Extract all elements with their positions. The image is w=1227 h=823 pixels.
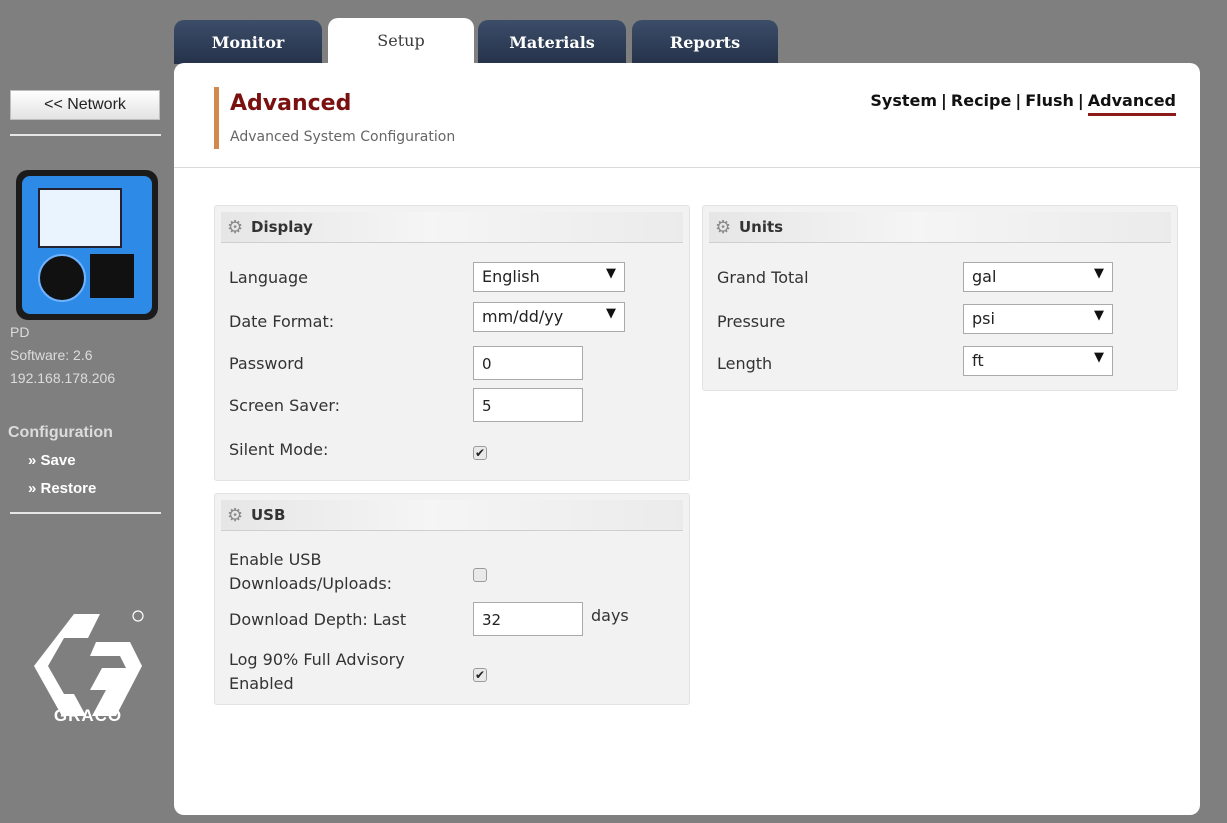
length-label: Length	[717, 354, 773, 373]
subnav-advanced[interactable]: Advanced	[1087, 91, 1176, 116]
units-panel-title: Units	[739, 218, 784, 236]
gear-icon: ⚙	[227, 505, 244, 526]
log-advisory-label: Log 90% Full Advisory	[229, 650, 405, 669]
language-value: English	[482, 267, 540, 286]
tab-reports[interactable]: Reports	[632, 20, 778, 64]
usb-panel: ⚙ USB Enable USB Downloads/Uploads: Down…	[214, 493, 690, 705]
download-depth-label: Download Depth: Last	[229, 610, 407, 629]
date-format-value: mm/dd/yy	[482, 307, 564, 326]
download-depth-unit: days	[591, 606, 629, 625]
grand-total-value: gal	[972, 267, 997, 286]
device-name: PD	[10, 324, 30, 340]
subnav-separator: |	[941, 91, 947, 110]
screen-saver-input[interactable]: 5	[473, 388, 583, 422]
main-panel: Advanced Advanced System Configuration S…	[174, 63, 1200, 815]
log-advisory-checkbox[interactable]: ✔	[473, 668, 487, 682]
chevron-down-icon: ▼	[1094, 350, 1104, 365]
language-label: Language	[229, 268, 308, 287]
subnav-recipe[interactable]: Recipe	[951, 91, 1011, 110]
chevron-down-icon: ▼	[1094, 266, 1104, 281]
subnav-separator: |	[1015, 91, 1022, 110]
graco-brand-text: GRACO	[53, 706, 123, 725]
device-keypad	[90, 254, 134, 298]
device-screen	[38, 188, 122, 248]
save-link[interactable]: » Save	[28, 452, 76, 469]
configuration-title: Configuration	[8, 424, 113, 441]
device-dpad	[38, 254, 86, 302]
network-button[interactable]: << Network	[10, 90, 160, 120]
enable-usb-label: Enable USB	[229, 550, 322, 569]
display-panel-title: Display	[251, 218, 313, 236]
subnav-flush[interactable]: Flush	[1025, 91, 1074, 110]
silent-mode-checkbox[interactable]: ✔	[473, 446, 487, 460]
restore-link[interactable]: » Restore	[28, 480, 96, 497]
enable-usb-label-line2: Downloads/Uploads:	[229, 574, 393, 593]
password-label: Password	[229, 354, 304, 373]
page-subtitle: Advanced System Configuration	[230, 129, 456, 145]
title-accent-bar	[214, 87, 219, 149]
chevron-down-icon: ▼	[606, 306, 616, 321]
sidebar-divider	[10, 134, 161, 136]
log-advisory-label-line2: Enabled	[229, 674, 294, 693]
enable-usb-checkbox[interactable]	[473, 568, 487, 582]
usb-panel-header: ⚙ USB	[221, 500, 683, 531]
pressure-select[interactable]: psi ▼	[963, 304, 1113, 334]
tab-monitor[interactable]: Monitor	[174, 20, 322, 64]
download-depth-input[interactable]: 32	[473, 602, 583, 636]
date-format-select[interactable]: mm/dd/yy ▼	[473, 302, 625, 332]
units-panel: ⚙ Units Grand Total gal ▼ Pressure psi ▼…	[702, 205, 1178, 391]
usb-panel-title: USB	[251, 506, 286, 524]
units-panel-header: ⚙ Units	[709, 212, 1171, 243]
sidebar-divider-2	[10, 512, 161, 514]
subnav-system[interactable]: System	[870, 91, 937, 110]
chevron-down-icon: ▼	[1094, 308, 1104, 323]
gear-icon: ⚙	[227, 217, 244, 238]
grand-total-select[interactable]: gal ▼	[963, 262, 1113, 292]
length-value: ft	[972, 351, 984, 370]
device-image	[16, 170, 158, 320]
display-panel-header: ⚙ Display	[221, 212, 683, 243]
header-divider	[174, 167, 1200, 168]
chevron-down-icon: ▼	[606, 266, 616, 281]
display-panel: ⚙ Display Language English ▼ Date Format…	[214, 205, 690, 481]
page-title: Advanced	[230, 91, 352, 116]
pressure-value: psi	[972, 309, 995, 328]
device-ip: 192.168.178.206	[10, 370, 116, 386]
screen-saver-label: Screen Saver:	[229, 396, 341, 415]
language-select[interactable]: English ▼	[473, 262, 625, 292]
silent-mode-label: Silent Mode:	[229, 440, 329, 459]
device-software: Software: 2.6	[10, 347, 93, 363]
tab-materials[interactable]: Materials	[478, 20, 626, 64]
gear-icon: ⚙	[715, 217, 732, 238]
pressure-label: Pressure	[717, 312, 786, 331]
setup-subnav: System | Recipe | Flush | Advanced	[870, 91, 1176, 116]
subnav-separator: |	[1077, 91, 1084, 110]
grand-total-label: Grand Total	[717, 268, 809, 287]
password-input[interactable]: 0	[473, 346, 583, 380]
length-select[interactable]: ft ▼	[963, 346, 1113, 376]
date-format-label: Date Format:	[229, 312, 335, 331]
